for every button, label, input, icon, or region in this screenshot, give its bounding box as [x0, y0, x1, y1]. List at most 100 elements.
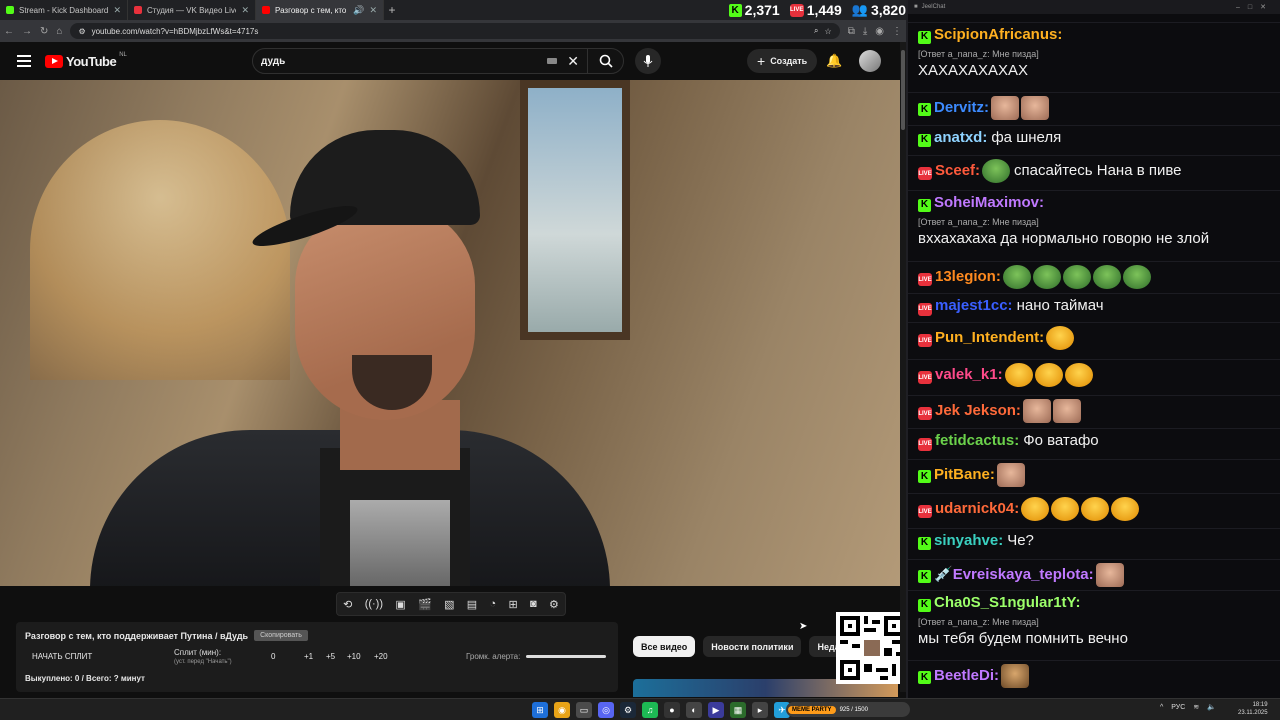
chat-username[interactable]: sinyahve: [934, 532, 1003, 549]
camera-icon[interactable]: ◙ [530, 598, 537, 610]
chat-divider [908, 528, 1280, 529]
speed-gauge-icon[interactable]: ◔ [490, 598, 497, 610]
start-split-button[interactable]: НАЧАТЬ СПЛИТ [32, 652, 92, 661]
tray-chevron-icon[interactable]: ^ [1160, 704, 1163, 711]
chat-divider [908, 190, 1280, 191]
loop-icon[interactable]: ⟲ [343, 598, 352, 611]
site-info-icon[interactable]: ⚙ [78, 27, 85, 36]
menu-dots-icon[interactable]: ⋮ [892, 26, 902, 37]
keyboard-icon[interactable] [547, 58, 557, 64]
chat-username[interactable]: Pun_Intendent: [935, 329, 1044, 346]
tab-vk-studio[interactable]: Студия — VK Видео Live ✕ [128, 0, 256, 20]
windows-start-icon[interactable]: ⊞ [532, 702, 548, 718]
chat-username[interactable]: majest1cc: [935, 297, 1013, 314]
close-tab-icon[interactable]: ✕ [113, 5, 121, 16]
chat-username[interactable]: Cha0S_S1ngular1tY: [934, 594, 1080, 611]
copy-badge[interactable]: Скопировать [254, 630, 308, 641]
meme-party-label: MEME PARTY [788, 705, 836, 714]
spotify-icon[interactable]: ♫ [642, 702, 658, 718]
chat-window: ■ JeelChat –□✕ K ScipionAfricanus: [Ответ … [906, 0, 1280, 698]
wifi-icon[interactable]: ≋ [1193, 703, 1199, 711]
close-tab-icon[interactable]: ✕ [369, 5, 377, 16]
chat-username[interactable]: Evreiskaya_teplota: [953, 566, 1094, 583]
chat-username[interactable]: valek_k1: [935, 366, 1003, 383]
discord-icon[interactable]: ◎ [598, 702, 614, 718]
chip-politics-news[interactable]: Новости политики [703, 636, 802, 657]
chat-username[interactable]: anatxd: [934, 129, 987, 146]
meme-party-widget[interactable]: MEME PARTY 925 / 1500 [786, 702, 910, 717]
close-tab-icon[interactable]: ✕ [241, 5, 249, 16]
chat-username[interactable]: SoheiMaximov: [934, 194, 1044, 211]
chat-username[interactable]: fetidcactus: [935, 432, 1019, 449]
chat-username[interactable]: ScipionAfricanus: [934, 26, 1062, 43]
file-explorer-icon[interactable]: ▭ [576, 702, 592, 718]
back-icon[interactable]: ← [4, 26, 14, 37]
film-strip-icon[interactable]: ▤ [467, 598, 477, 611]
video-person [90, 130, 610, 586]
app-icon[interactable]: ▦ [730, 702, 746, 718]
obs-icon[interactable]: ● [664, 702, 680, 718]
clear-search-icon[interactable]: ✕ [567, 53, 579, 70]
voice-search-button[interactable] [635, 48, 661, 74]
search-button[interactable] [587, 49, 623, 73]
alert-volume-slider[interactable] [526, 655, 606, 658]
address-bar[interactable]: ⚙ youtube.com/watch?v=hBDMjbzLfWs&t=4717… [70, 23, 840, 39]
chat-username[interactable]: Dervitz: [934, 99, 989, 116]
chat-username[interactable]: PitBane: [934, 466, 995, 483]
avatar[interactable] [859, 50, 881, 72]
video-player[interactable] [0, 80, 900, 586]
tab-kick-dashboard[interactable]: Stream - Kick Dashboard ✕ [0, 0, 128, 20]
extensions-icon[interactable]: ⧉ [848, 26, 855, 37]
face-emote-icon [991, 96, 1020, 120]
chrome-icon[interactable]: ◉ [554, 702, 570, 718]
new-tab-button[interactable]: + [384, 3, 400, 17]
create-button[interactable]: + Создать [747, 49, 818, 73]
chat-username[interactable]: Sceef: [935, 162, 980, 179]
broadcast-icon[interactable]: ((·)) [365, 598, 383, 610]
chat-username[interactable]: 13legion: [935, 268, 1001, 285]
terminal-icon[interactable]: ▸ [752, 702, 768, 718]
home-icon[interactable]: ⌂ [56, 26, 62, 37]
profile-icon[interactable]: ◉ [875, 26, 884, 37]
tab-youtube-video[interactable]: Разговор с тем, кто поддерживает 🔊 ✕ [256, 0, 384, 20]
increment-button[interactable]: +5 [326, 652, 335, 661]
youtube-logo[interactable]: YouTube NL [45, 52, 127, 69]
notifications-bell-icon[interactable]: 🔔 [826, 53, 842, 69]
menu-hamburger-icon[interactable] [17, 55, 31, 67]
speaker-icon[interactable]: 🔊 [353, 5, 364, 16]
clapper-icon[interactable]: 🎬 [418, 598, 432, 611]
chat-message: K SoheiMaximov: [Ответ a_nana_z: Мне пизда… [918, 194, 1272, 248]
search-input[interactable]: дудь ✕ [252, 48, 624, 74]
screen-record-icon[interactable]: ▣ [395, 598, 405, 611]
chat-divider [908, 293, 1280, 294]
increment-button[interactable]: +1 [304, 652, 313, 661]
kick-badge-icon: K [918, 570, 931, 584]
browser-icon[interactable]: ◐ [686, 702, 702, 718]
chat-username[interactable]: BeetleDi: [934, 667, 999, 684]
add-clip-icon[interactable]: ⊞ [508, 598, 517, 611]
forward-icon[interactable]: → [22, 26, 32, 37]
chat-message: LIVE majest1cc: нано таймач [918, 297, 1272, 316]
chip-all-videos[interactable]: Все видео [633, 636, 696, 657]
vk-live-badge-icon: LIVE [918, 371, 932, 385]
chat-username[interactable]: Jek Jekson: [935, 402, 1021, 419]
people-icon: 👥 [851, 2, 868, 17]
reload-icon[interactable]: ↻ [40, 26, 48, 37]
language-indicator[interactable]: РУС [1171, 704, 1185, 711]
settings-gear-icon[interactable]: ⚙ [549, 598, 559, 611]
media-player-icon[interactable]: ▶ [708, 702, 724, 718]
window-controls[interactable]: –□✕ [1236, 3, 1274, 11]
bookmark-star-icon[interactable]: ☆ [825, 27, 832, 36]
zoom-icon[interactable]: ⌕ [814, 26, 818, 36]
steam-icon[interactable]: ⚙ [620, 702, 636, 718]
picture-icon[interactable]: ▧ [444, 598, 454, 611]
increment-button[interactable]: +20 [374, 652, 388, 661]
download-icon[interactable]: ⤓ [863, 26, 867, 37]
chat-message: K PitBane: [918, 463, 1272, 487]
system-clock[interactable]: 18:19 23.11.2025 [1238, 701, 1268, 717]
volume-icon[interactable]: 🔈 [1207, 703, 1216, 711]
chat-username[interactable]: udarnick04: [935, 500, 1019, 517]
increment-button[interactable]: +10 [347, 652, 361, 661]
syringe-icon: 💉 [934, 565, 953, 583]
chat-text: спасайтесь Нана в пиве [1014, 161, 1182, 179]
